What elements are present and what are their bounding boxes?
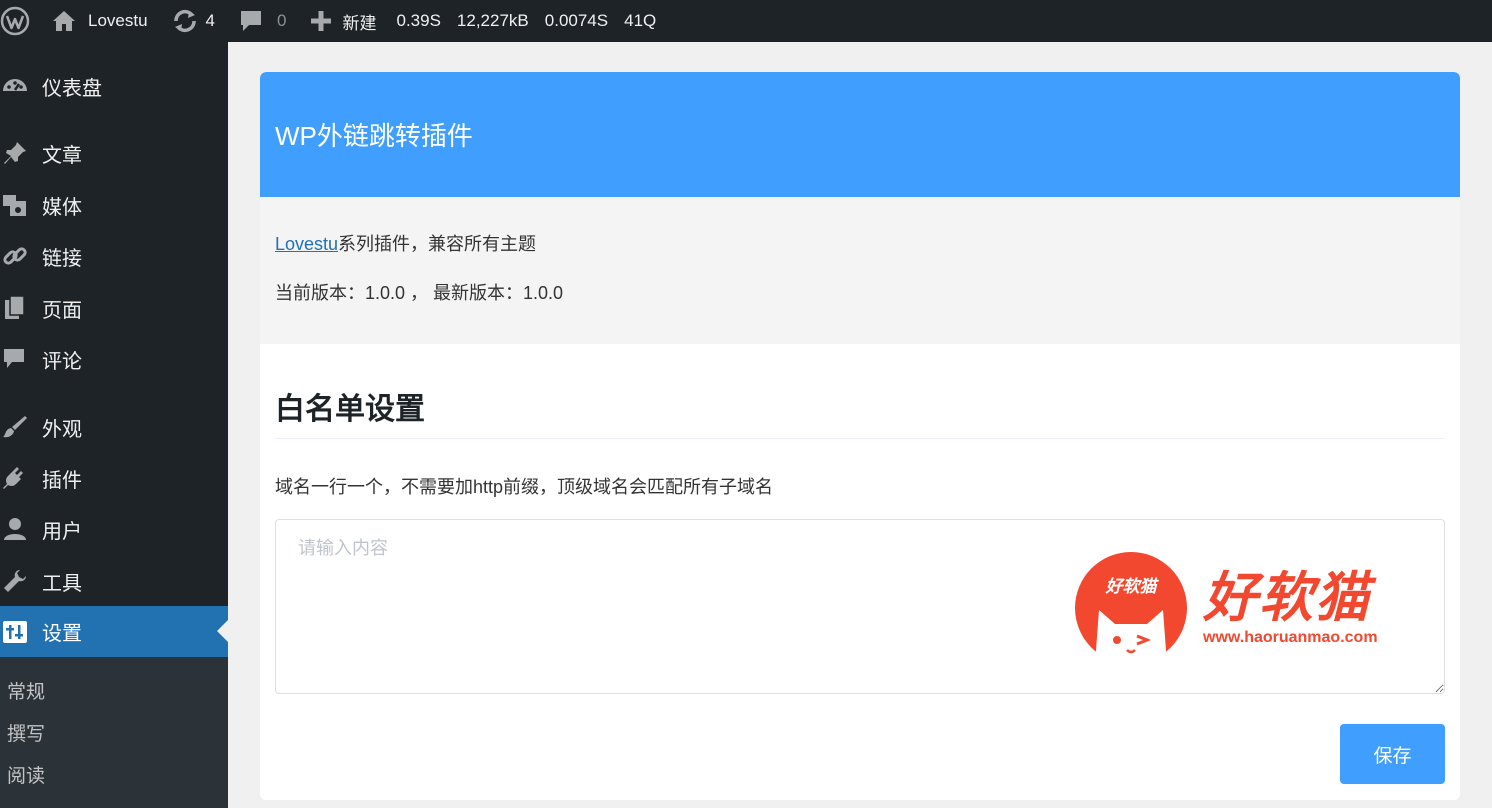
comments-link[interactable]: 0	[227, 0, 298, 42]
sidebar-item-label: 链接	[42, 247, 82, 270]
dashboard-icon	[0, 73, 42, 99]
sidebar-item-dashboard[interactable]: 仪表盘	[0, 62, 228, 110]
sidebar-item-label: 外观	[42, 418, 82, 441]
sidebar-item-label: 仪表盘	[42, 77, 102, 100]
whitelist-textarea[interactable]	[275, 519, 1445, 694]
brush-icon	[0, 414, 42, 440]
sidebar-item-label: 插件	[42, 469, 82, 492]
comment-icon	[0, 346, 42, 372]
sidebar-item-label: 页面	[42, 299, 82, 322]
user-icon	[0, 516, 42, 542]
sidebar-item-plugins[interactable]: 插件	[0, 454, 228, 502]
query-time-stat[interactable]: 0.39S	[388, 0, 448, 42]
page-icon	[0, 295, 42, 321]
sidebar-item-label: 用户	[42, 520, 82, 543]
settings-submenu: 常规 撰写 阅读	[0, 657, 228, 808]
plugin-info: Lovestu系列插件，兼容所有主题 当前版本：1.0.0 ， 最新版本：1.0…	[260, 197, 1460, 344]
admin-bar: Lovestu 4 0 新建 0.39S 12,227kB 0.0074S 41…	[0, 0, 1492, 42]
submenu-item-reading[interactable]: 阅读	[7, 761, 45, 788]
card-header: WP外链跳转插件	[260, 72, 1460, 197]
db-time-stat[interactable]: 0.0074S	[537, 0, 616, 42]
home-icon	[52, 10, 76, 32]
whitelist-title: 白名单设置	[275, 393, 425, 426]
version-line: 当前版本：1.0.0 ， 最新版本：1.0.0	[275, 283, 564, 303]
plugin-settings-card: WP外链跳转插件 Lovestu系列插件，兼容所有主题 当前版本：1.0.0 ，…	[260, 72, 1460, 800]
series-line: Lovestu系列插件，兼容所有主题	[275, 229, 1445, 259]
section-divider	[275, 438, 1445, 439]
series-text: 系列插件，兼容所有主题	[338, 234, 537, 254]
page-title: WP外链跳转插件	[275, 121, 473, 151]
sidebar-item-label: 媒体	[42, 196, 82, 219]
wordpress-logo-button[interactable]	[0, 0, 40, 42]
site-name-link[interactable]: Lovestu	[40, 0, 160, 42]
sidebar-item-tools[interactable]: 工具	[0, 557, 228, 605]
media-icon	[0, 192, 42, 218]
pin-icon	[0, 140, 42, 166]
whitelist-description: 域名一行一个，不需要加http前缀，顶级域名会匹配所有子域名	[275, 477, 774, 497]
active-indicator	[217, 620, 228, 642]
new-content-link[interactable]: 新建	[298, 0, 388, 42]
sidebar-item-posts[interactable]: 文章	[0, 129, 228, 177]
link-icon	[0, 243, 42, 269]
sidebar-item-media[interactable]: 媒体	[0, 181, 228, 229]
query-count-stat[interactable]: 41Q	[616, 0, 664, 42]
admin-sidebar: 仪表盘 文章 媒体 链接 页面 评论 外观 插件 用户 工具 设置 常规 撰写 …	[0, 42, 228, 808]
sidebar-item-links[interactable]: 链接	[0, 232, 228, 280]
save-button[interactable]: 保存	[1340, 724, 1445, 784]
sidebar-item-label: 工具	[42, 572, 82, 595]
sidebar-item-label: 设置	[42, 623, 82, 645]
updates-count: 4	[205, 11, 216, 30]
lovestu-link[interactable]: Lovestu	[275, 234, 338, 254]
sidebar-item-appearance[interactable]: 外观	[0, 403, 228, 451]
settings-icon	[0, 619, 42, 645]
memory-stat[interactable]: 12,227kB	[449, 0, 537, 42]
wrench-icon	[0, 568, 42, 594]
wordpress-logo-icon	[0, 6, 30, 36]
refresh-icon	[172, 9, 198, 33]
new-label: 新建	[342, 13, 377, 33]
sidebar-item-users[interactable]: 用户	[0, 505, 228, 553]
plus-icon	[310, 10, 332, 32]
sidebar-item-comments[interactable]: 评论	[0, 335, 228, 383]
submenu-item-writing[interactable]: 撰写	[7, 719, 45, 746]
sidebar-item-label: 评论	[42, 350, 82, 373]
comments-count: 0	[277, 11, 287, 30]
sidebar-item-settings[interactable]: 设置	[0, 606, 228, 657]
submenu-item-general[interactable]: 常规	[7, 677, 45, 704]
sidebar-item-pages[interactable]: 页面	[0, 284, 228, 332]
comment-icon	[239, 9, 263, 33]
updates-link[interactable]: 4	[160, 0, 227, 42]
plug-icon	[0, 465, 42, 491]
sidebar-item-label: 文章	[42, 144, 82, 167]
site-name-label: Lovestu	[88, 11, 148, 30]
